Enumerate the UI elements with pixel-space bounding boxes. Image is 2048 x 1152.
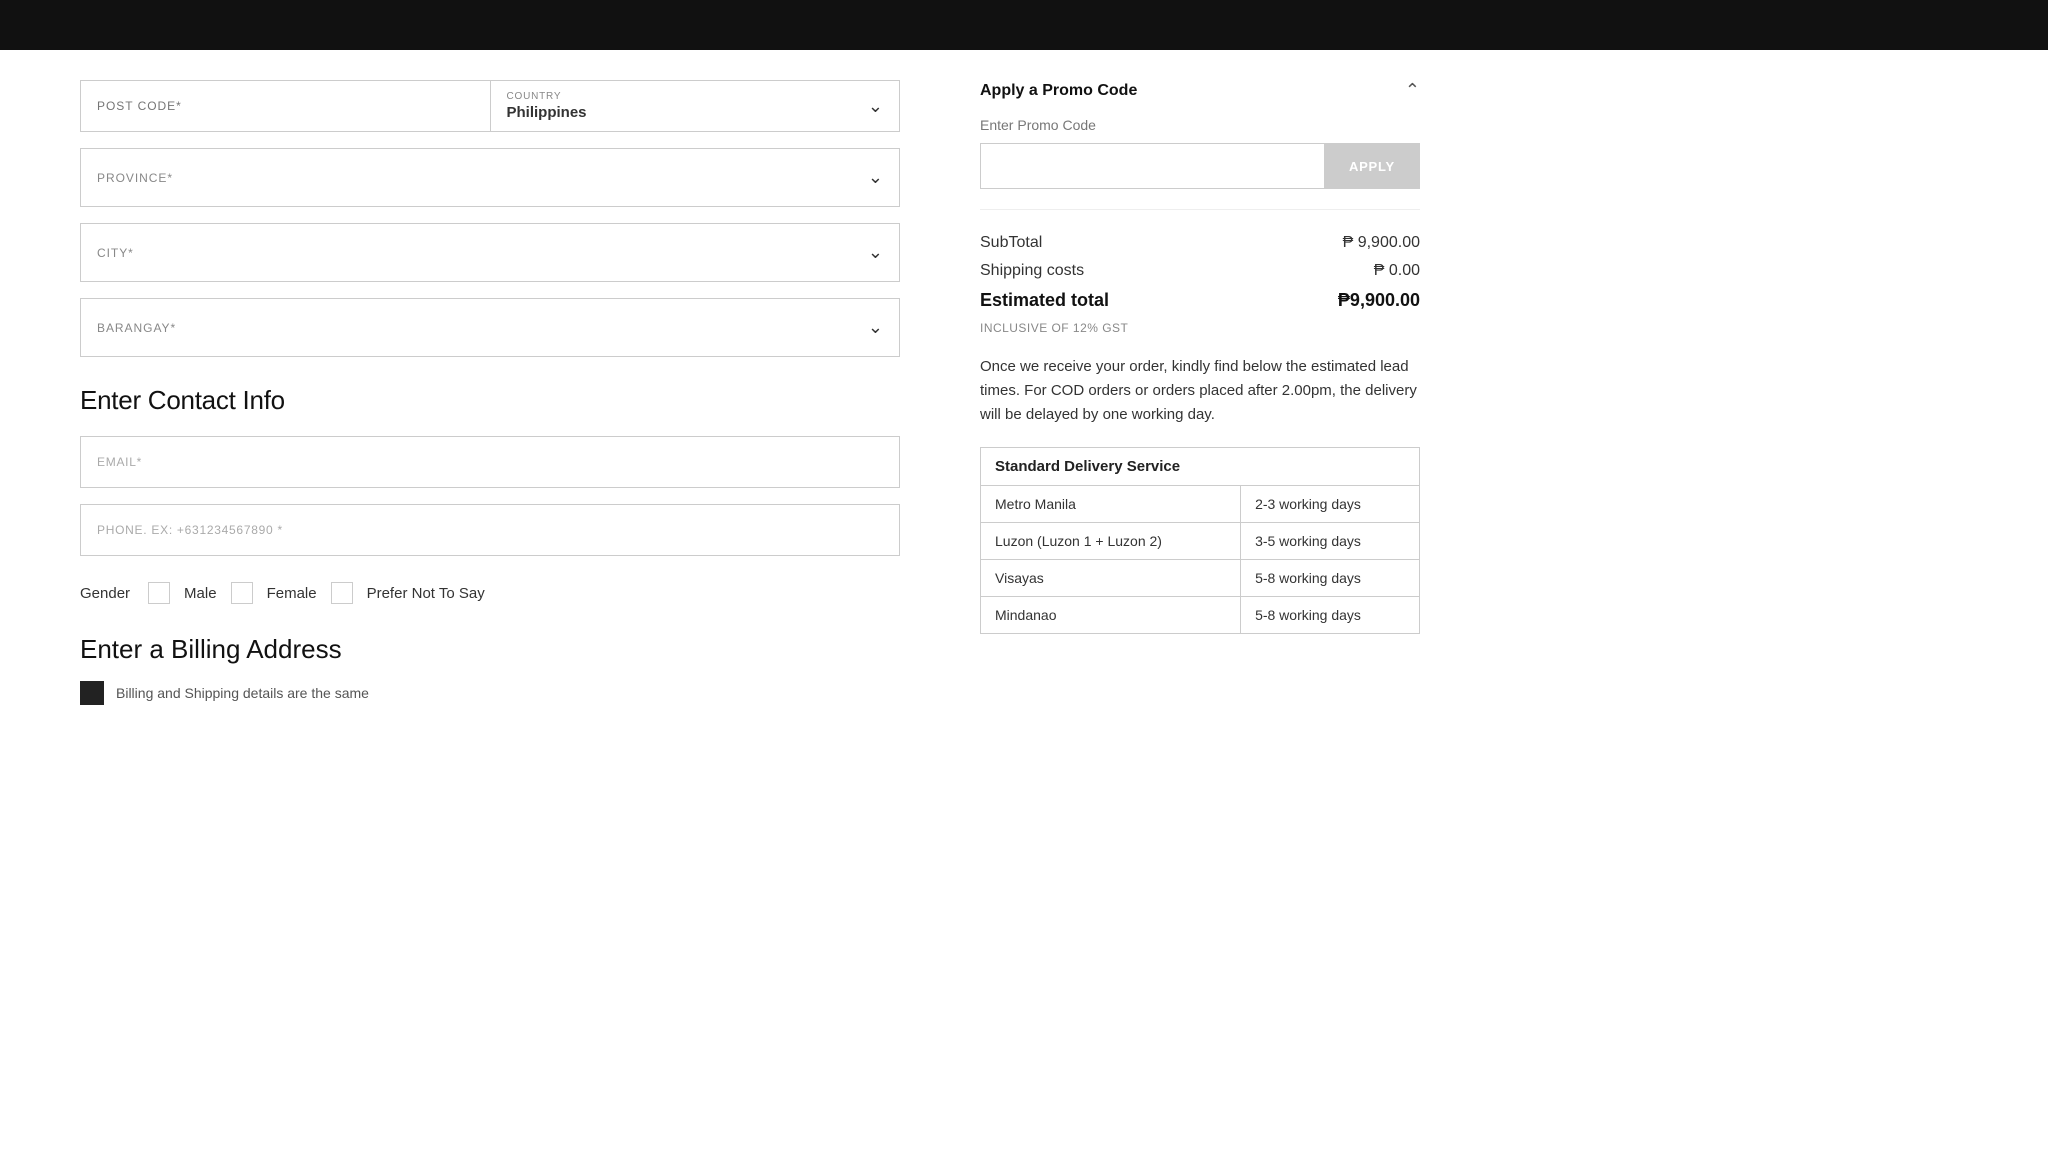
gender-label: Gender	[80, 585, 130, 602]
total-row: Estimated total ₱9,900.00	[980, 290, 1420, 311]
delivery-days: 3-5 working days	[1241, 523, 1420, 560]
country-field-value: Philippines	[507, 104, 587, 121]
province-label: PROVINCE*	[97, 171, 173, 185]
country-chevron-icon: ⌄	[868, 96, 883, 117]
country-field-label: COUNTRY	[507, 91, 587, 102]
subtotal-label: SubTotal	[980, 234, 1042, 252]
promo-code-section: Apply a Promo Code ⌃ Enter Promo Code AP…	[980, 80, 1420, 210]
province-chevron-icon: ⌄	[868, 167, 883, 188]
contact-info-heading: Enter Contact Info	[80, 385, 900, 416]
delivery-region: Luzon (Luzon 1 + Luzon 2)	[981, 523, 1241, 560]
delivery-table: Standard Delivery Service Metro Manila2-…	[980, 447, 1420, 634]
city-chevron-icon: ⌄	[868, 242, 883, 263]
postcode-input[interactable]	[80, 80, 491, 132]
gender-female-checkbox[interactable]	[231, 582, 253, 604]
top-navigation-bar	[0, 0, 2048, 50]
billing-heading: Enter a Billing Address	[80, 634, 900, 665]
delivery-days: 2-3 working days	[1241, 486, 1420, 523]
delivery-days: 5-8 working days	[1241, 560, 1420, 597]
gender-prefer-not-checkbox[interactable]	[331, 582, 353, 604]
gender-male-label[interactable]: Male	[184, 585, 217, 602]
country-dropdown[interactable]: COUNTRY Philippines ⌄	[491, 80, 901, 132]
city-label: CITY*	[97, 246, 134, 260]
promo-input-row: APPLY	[980, 143, 1420, 189]
promo-collapse-icon[interactable]: ⌃	[1405, 80, 1420, 101]
province-dropdown[interactable]: PROVINCE* ⌄	[80, 148, 900, 207]
billing-same-checkbox[interactable]	[80, 681, 104, 705]
apply-promo-button[interactable]: APPLY	[1324, 143, 1420, 189]
delivery-region: Metro Manila	[981, 486, 1241, 523]
subtotal-row: SubTotal ₱ 9,900.00	[980, 234, 1420, 252]
total-label: Estimated total	[980, 290, 1109, 311]
delivery-table-header: Standard Delivery Service	[981, 448, 1420, 486]
billing-same-option[interactable]: Billing and Shipping details are the sam…	[80, 681, 900, 705]
total-value: ₱9,900.00	[1338, 290, 1420, 311]
promo-label: Enter Promo Code	[980, 117, 1420, 133]
checkout-form: COUNTRY Philippines ⌄ PROVINCE* ⌄ CITY* …	[80, 70, 900, 705]
delivery-region: Visayas	[981, 560, 1241, 597]
billing-same-label: Billing and Shipping details are the sam…	[116, 685, 369, 701]
shipping-value: ₱ 0.00	[1374, 262, 1420, 280]
delivery-table-row: Visayas5-8 working days	[981, 560, 1420, 597]
gender-male-checkbox[interactable]	[148, 582, 170, 604]
subtotal-value: ₱ 9,900.00	[1343, 234, 1420, 252]
promo-title: Apply a Promo Code	[980, 82, 1137, 100]
barangay-label: BARANGAY*	[97, 321, 176, 335]
delivery-region: Mindanao	[981, 597, 1241, 634]
delivery-table-row: Metro Manila2-3 working days	[981, 486, 1420, 523]
delivery-note: Once we receive your order, kindly find …	[980, 355, 1420, 427]
gender-prefer-not-label[interactable]: Prefer Not To Say	[367, 585, 485, 602]
postcode-country-row: COUNTRY Philippines ⌄	[80, 80, 900, 132]
gst-note: INCLUSIVE OF 12% GST	[980, 321, 1420, 335]
barangay-chevron-icon: ⌄	[868, 317, 883, 338]
barangay-dropdown[interactable]: BARANGAY* ⌄	[80, 298, 900, 357]
phone-input[interactable]	[80, 504, 900, 556]
email-input[interactable]	[80, 436, 900, 488]
gender-row: Gender Male Female Prefer Not To Say	[80, 582, 900, 604]
delivery-table-row: Mindanao5-8 working days	[981, 597, 1420, 634]
delivery-days: 5-8 working days	[1241, 597, 1420, 634]
city-dropdown[interactable]: CITY* ⌄	[80, 223, 900, 282]
promo-header: Apply a Promo Code ⌃	[980, 80, 1420, 101]
shipping-label: Shipping costs	[980, 262, 1084, 280]
shipping-row: Shipping costs ₱ 0.00	[980, 262, 1420, 280]
promo-code-input[interactable]	[980, 143, 1324, 189]
gender-female-label[interactable]: Female	[267, 585, 317, 602]
delivery-table-row: Luzon (Luzon 1 + Luzon 2)3-5 working day…	[981, 523, 1420, 560]
order-summary-panel: Apply a Promo Code ⌃ Enter Promo Code AP…	[980, 70, 1420, 705]
